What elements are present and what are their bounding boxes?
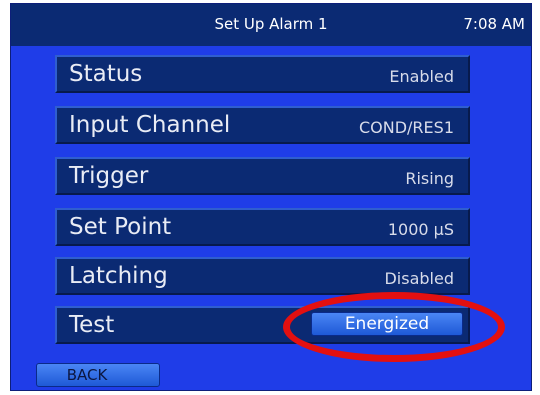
screen-title: Set Up Alarm 1 bbox=[214, 15, 328, 33]
setting-row-set-point[interactable]: Set Point 1000 µS bbox=[55, 208, 470, 246]
setting-value-set-point: 1000 µS bbox=[387, 220, 454, 239]
setting-row-input-channel[interactable]: Input Channel COND/RES1 bbox=[55, 106, 470, 144]
back-button[interactable]: BACK bbox=[36, 363, 160, 387]
header-bar: Set Up Alarm 1 7:08 AM bbox=[11, 4, 531, 46]
clock-time: 7:08 AM bbox=[463, 15, 525, 33]
setting-value-input-channel: COND/RES1 bbox=[358, 118, 454, 137]
setting-label-status: Status bbox=[69, 61, 143, 87]
setting-label-input-channel: Input Channel bbox=[69, 112, 231, 138]
setting-label-trigger: Trigger bbox=[69, 163, 149, 189]
setting-value-status: Enabled bbox=[389, 67, 454, 86]
setting-value-latching: Disabled bbox=[384, 269, 454, 288]
setting-row-latching[interactable]: Latching Disabled bbox=[55, 257, 470, 295]
setting-label-test: Test bbox=[69, 312, 115, 338]
setting-value-trigger: Rising bbox=[405, 169, 454, 188]
setting-row-trigger[interactable]: Trigger Rising bbox=[55, 157, 470, 195]
setting-label-latching: Latching bbox=[69, 263, 168, 289]
test-energized-button[interactable]: Energized bbox=[311, 312, 463, 336]
setting-row-status[interactable]: Status Enabled bbox=[55, 55, 470, 93]
setting-label-set-point: Set Point bbox=[69, 214, 172, 240]
